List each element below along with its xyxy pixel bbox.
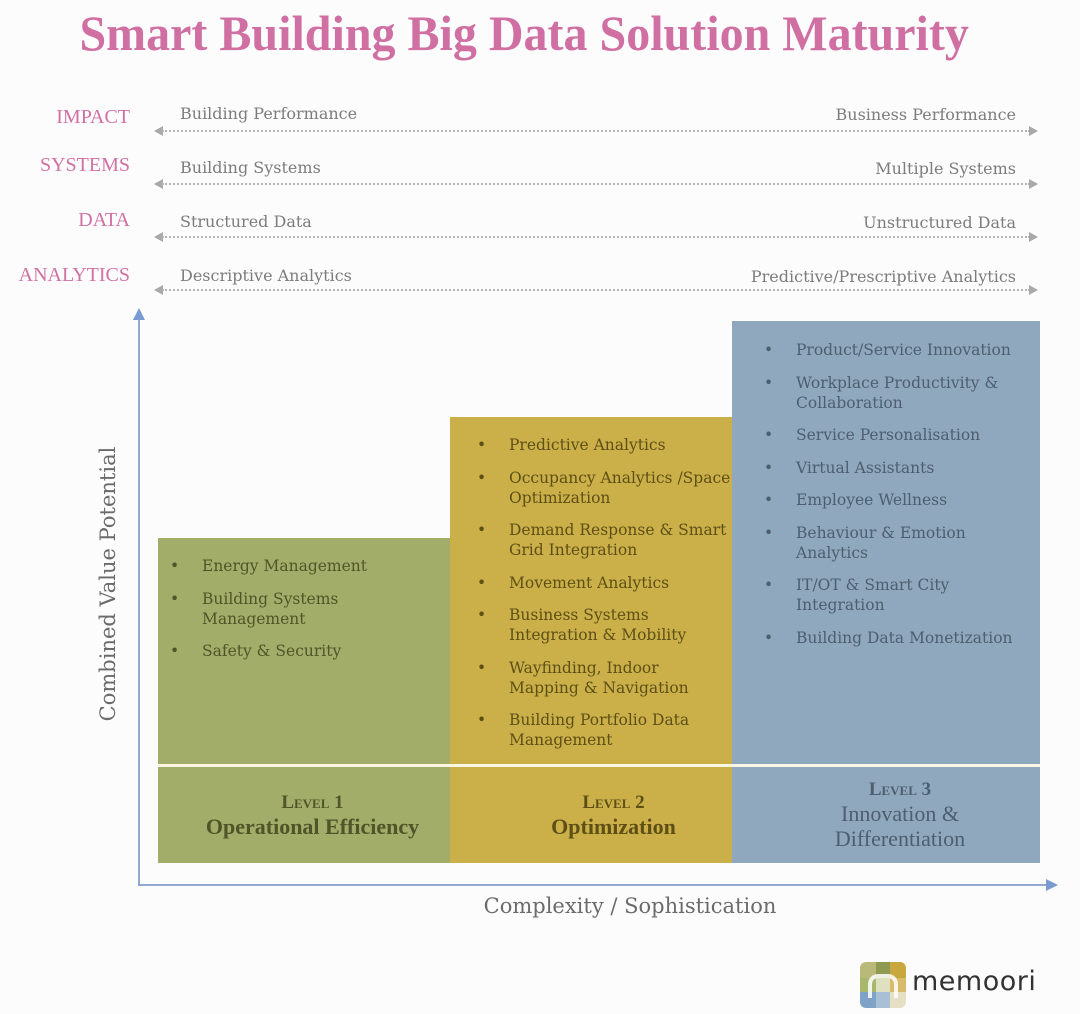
bullet-icon: • bbox=[764, 576, 774, 594]
bullet-icon: • bbox=[170, 589, 180, 608]
dimension-label: IMPACT bbox=[56, 106, 130, 128]
list-item: • Behaviour & Emotion Analytics bbox=[764, 523, 966, 562]
level-2-label: Level 2 Optimization bbox=[467, 767, 760, 863]
list-item: • Movement Analytics bbox=[477, 573, 670, 592]
bullet-icon: • bbox=[764, 628, 774, 647]
list-item: • Workplace Productivity & Collaboration bbox=[764, 373, 999, 412]
bullet-icon: • bbox=[764, 491, 774, 509]
level-1-label: Level 1 Operational Efficiency bbox=[158, 767, 467, 863]
list-item: • Demand Response & Smart Grid Integratio… bbox=[477, 521, 727, 559]
list-item: • Employee Wellness bbox=[764, 491, 948, 509]
dimension-left-text: Building Performance bbox=[180, 104, 358, 123]
dimension-right-text: Unstructured Data bbox=[863, 213, 1016, 232]
arrow-up-icon bbox=[133, 308, 145, 320]
level-tag: Level 2 bbox=[582, 791, 645, 813]
list-item: • Building Data Monetization bbox=[764, 628, 1013, 647]
page-title: Smart Building Big Data Solution Maturit… bbox=[79, 5, 969, 61]
arrow-right-icon bbox=[1029, 232, 1038, 242]
dimension-right-text: Predictive/Prescriptive Analytics bbox=[750, 267, 1016, 286]
bullet-icon: • bbox=[764, 426, 774, 444]
bullet-icon: • bbox=[477, 711, 487, 729]
list-item: • Safety & Security bbox=[170, 642, 342, 660]
level-2-list: • Predictive Analytics • Occupancy Analyti… bbox=[473, 435, 745, 763]
level-1-list: • Energy Management • Building Systems Man… bbox=[166, 556, 456, 674]
level-3-label: Level 3 Innovation & Differentiation bbox=[760, 767, 1040, 863]
list-item: • Building Portfolio Data Management bbox=[477, 711, 690, 749]
bullet-icon: • bbox=[477, 436, 487, 454]
arrow-right-icon bbox=[1029, 179, 1038, 189]
x-axis-label: Complexity / Sophistication bbox=[483, 894, 777, 918]
level-name-line-1: Innovation & bbox=[841, 801, 959, 826]
dimension-right-text: Multiple Systems bbox=[875, 159, 1016, 178]
logo-text: memoori bbox=[912, 966, 1037, 997]
dotted-line bbox=[162, 183, 1030, 185]
level-name: Optimization bbox=[551, 813, 676, 839]
dimension-left-text: Building Systems bbox=[180, 158, 321, 177]
arrow-right-icon bbox=[1029, 126, 1038, 136]
dotted-line bbox=[162, 289, 1030, 291]
list-item: • Virtual Assistants bbox=[764, 458, 935, 477]
level-tag: Level 3 bbox=[868, 779, 932, 800]
level-tag: Level 1 bbox=[281, 791, 344, 813]
level-name-line-2: Differentiation bbox=[834, 826, 966, 851]
list-item: • Service Personalisation bbox=[764, 426, 981, 444]
dotted-line bbox=[162, 236, 1030, 238]
bullet-icon: • bbox=[477, 468, 487, 487]
level-name: Operational Efficiency bbox=[205, 813, 420, 839]
dimension-left-text: Structured Data bbox=[180, 212, 312, 231]
list-item: • Product/Service Innovation bbox=[764, 341, 1011, 359]
bullet-icon: • bbox=[477, 521, 487, 539]
list-item: • Energy Management bbox=[170, 557, 367, 575]
list-item: • IT/OT & Smart City Integration bbox=[764, 576, 950, 614]
bullet-icon: • bbox=[764, 341, 774, 359]
bullet-icon: • bbox=[477, 658, 487, 677]
dimension-label: DATA bbox=[78, 209, 130, 231]
bullet-icon: • bbox=[764, 523, 774, 542]
y-axis-label: Combined Value Potential bbox=[96, 446, 120, 722]
list-item: • Business Systems Integration & Mobility bbox=[477, 606, 687, 644]
bullet-icon: • bbox=[170, 642, 180, 660]
bullet-icon: • bbox=[477, 573, 487, 592]
bullet-icon: • bbox=[170, 557, 180, 575]
bullet-icon: • bbox=[764, 373, 774, 392]
dimension-label: ANALYTICS bbox=[18, 264, 130, 286]
list-item: • Predictive Analytics bbox=[477, 436, 666, 454]
arrow-right-icon bbox=[1046, 879, 1058, 891]
dimension-left-text: Descriptive Analytics bbox=[180, 266, 352, 285]
bullet-icon: • bbox=[477, 606, 487, 624]
y-axis-line bbox=[138, 318, 140, 886]
dimension-label: SYSTEMS bbox=[39, 154, 130, 176]
list-item: • Building Systems Management bbox=[170, 589, 339, 628]
arrow-right-icon bbox=[1029, 285, 1038, 295]
dimension-right-text: Business Performance bbox=[835, 105, 1016, 124]
list-item: • Occupancy Analytics /Space Optimization bbox=[477, 468, 731, 507]
memoori-logo-icon bbox=[860, 962, 906, 1008]
x-axis-line bbox=[138, 884, 1050, 886]
dotted-line bbox=[162, 130, 1030, 132]
level-3-list: • Product/Service Innovation • Workplace P… bbox=[760, 340, 1032, 660]
bullet-icon: • bbox=[764, 458, 774, 477]
list-item: • Wayfinding, Indoor Mapping & Navigation bbox=[477, 658, 689, 697]
